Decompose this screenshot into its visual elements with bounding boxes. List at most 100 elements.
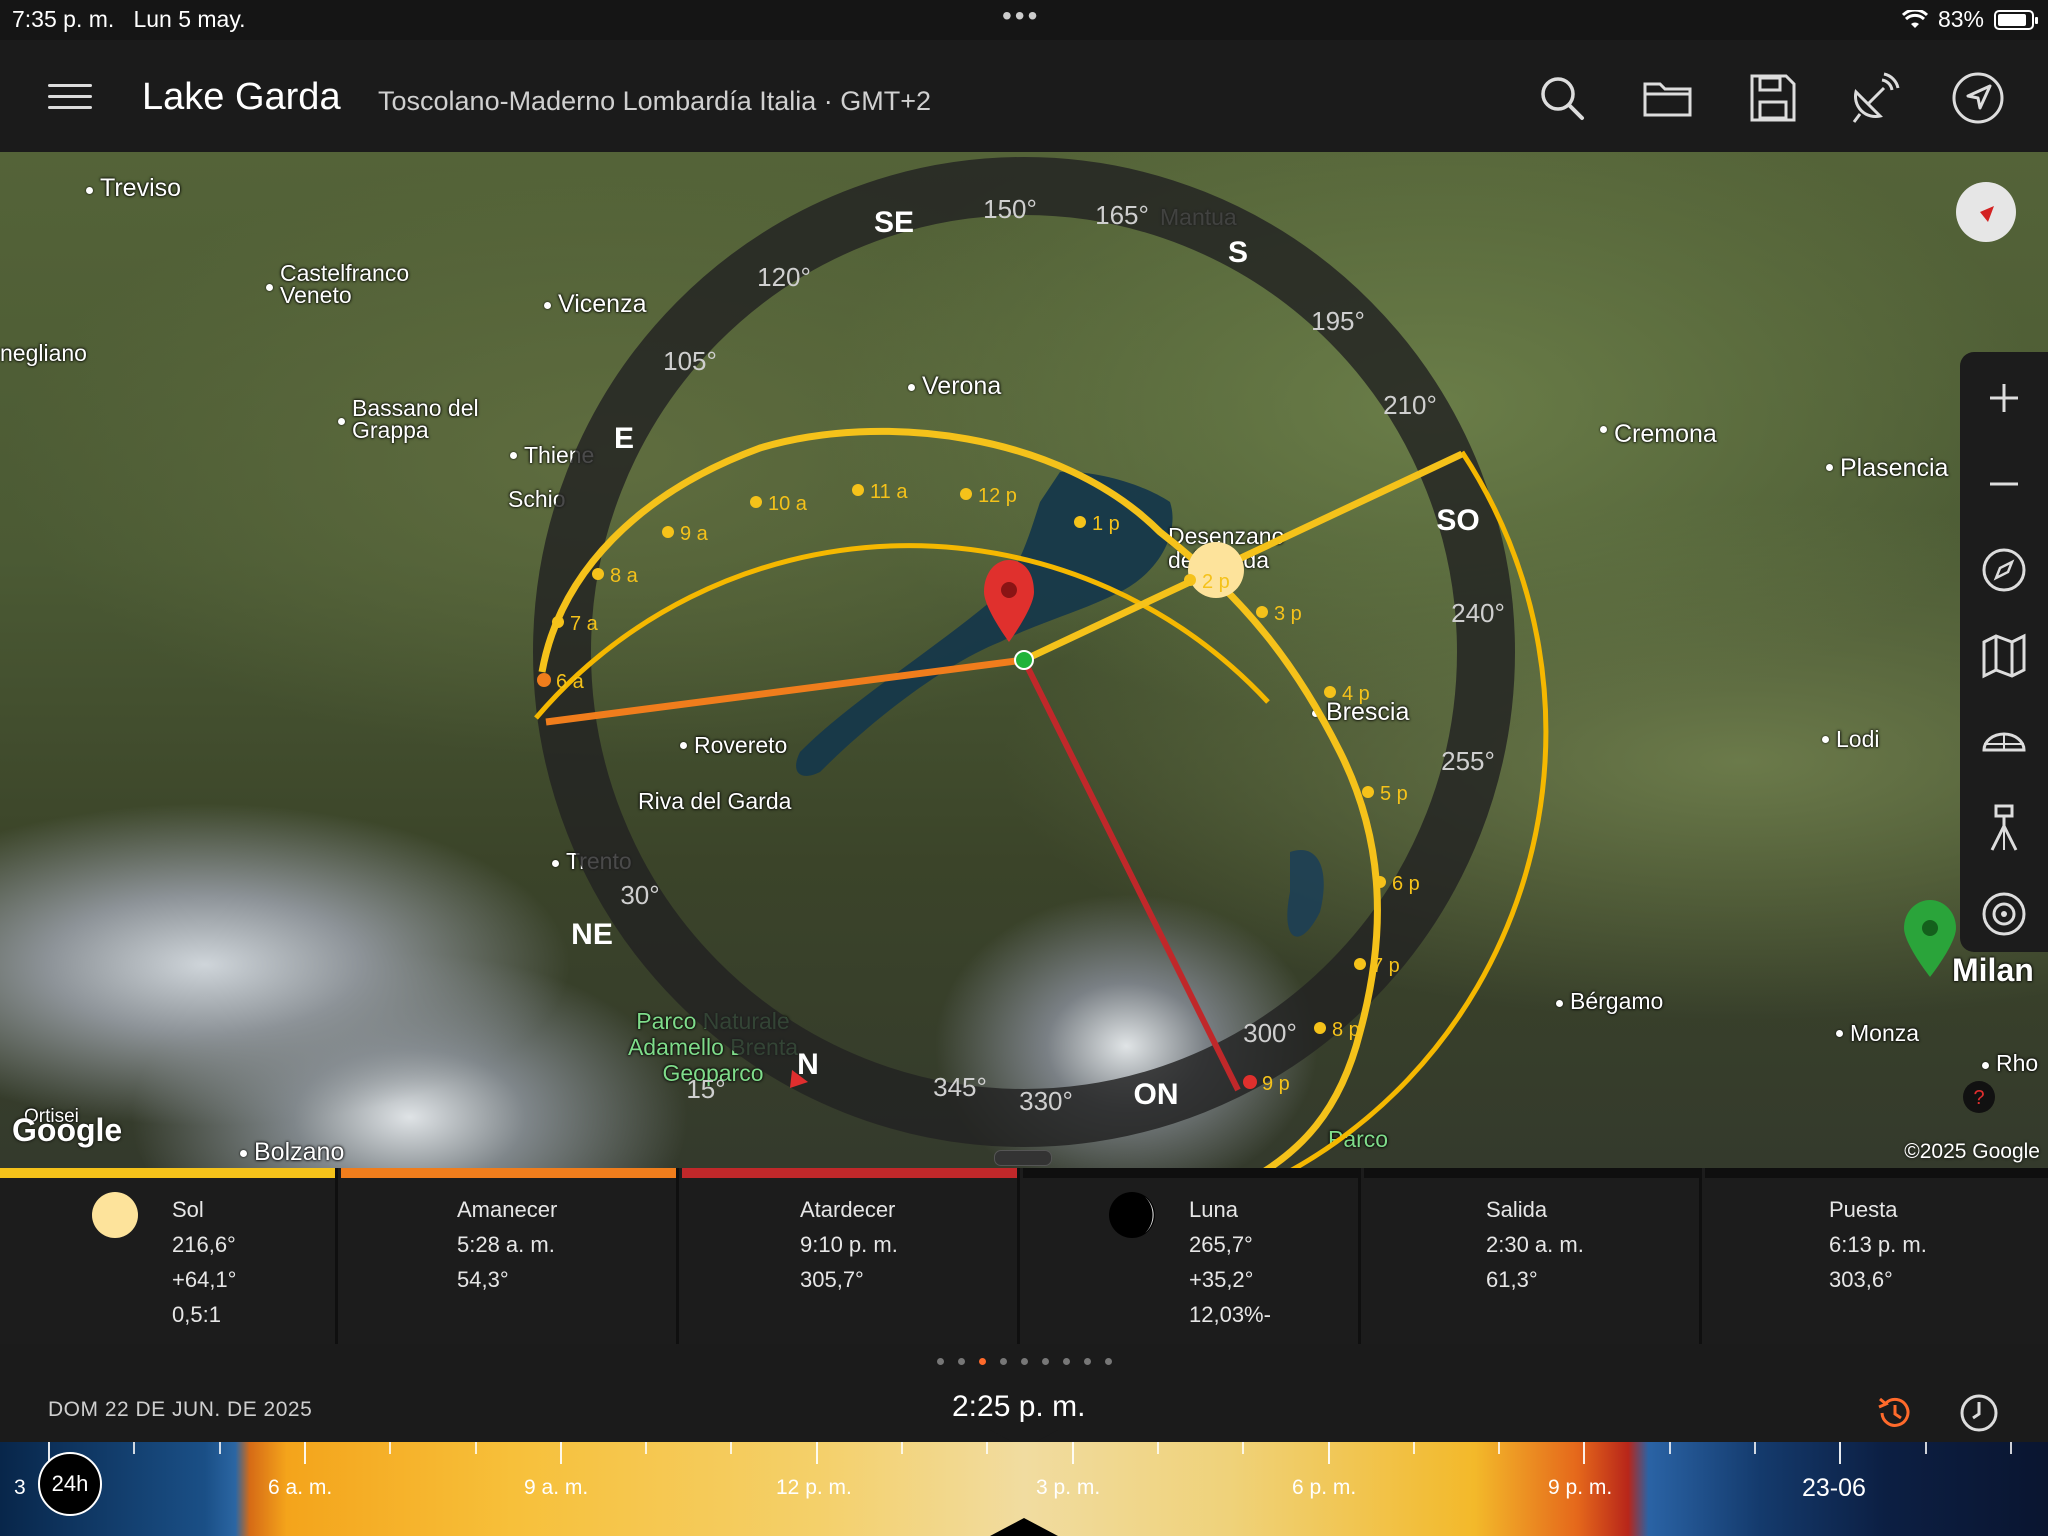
timeline-tick — [730, 1442, 733, 1454]
toggle-24h-button[interactable]: 24h — [38, 1452, 102, 1516]
hour-label: 6 a — [556, 671, 585, 693]
compass-degree-label: 105° — [663, 346, 717, 376]
wifi-icon — [1901, 9, 1928, 28]
multitasking-dots[interactable]: ••• — [1002, 0, 1040, 32]
page-dot[interactable] — [936, 1358, 944, 1365]
page-dot[interactable] — [1104, 1358, 1112, 1365]
hour-dot — [1314, 1022, 1326, 1034]
plus-icon[interactable] — [1978, 372, 2030, 424]
moonrise-label: Salida — [1486, 1197, 1548, 1222]
page-dot[interactable] — [1020, 1358, 1028, 1365]
hour-dot — [1184, 574, 1196, 586]
sun-overlay: 6 a 7 a 8 a 9 a 10 a 11 a 12 p 1 p 2 p 3 p 4 p 5 p 6… — [533, 157, 1956, 1168]
hour-label: 9 a — [680, 523, 709, 545]
page-dot[interactable] — [1083, 1358, 1091, 1365]
compass-direction-label: ON — [1134, 1078, 1179, 1111]
folder-icon[interactable] — [1640, 70, 1696, 126]
sunset-azimuth: 305,7° — [800, 1267, 864, 1292]
battery-percent: 83% — [1937, 6, 1984, 32]
observer-point[interactable] — [1014, 650, 1034, 670]
sunrise-time: 5:28 a. m. — [457, 1232, 555, 1257]
compass-direction-label: NE — [571, 918, 613, 951]
timeline-tick — [1924, 1442, 1927, 1454]
page-dot[interactable] — [1041, 1358, 1049, 1365]
hour-dot — [592, 568, 604, 580]
timeline-label: 12 p. m. — [776, 1476, 852, 1499]
target-icon[interactable] — [1978, 888, 2030, 940]
selected-time[interactable]: 2:25 p. m. — [952, 1390, 1085, 1424]
moon-color-bar — [1023, 1168, 1358, 1178]
history-icon[interactable] — [1874, 1392, 1916, 1434]
sunset-color-bar — [682, 1168, 1017, 1178]
timeline-label: 3 p. m. — [1036, 1476, 1101, 1499]
sun-info-card[interactable]: Sol 216,6° +64,1° 0,5:1 — [0, 1168, 338, 1344]
moon-label: Luna — [1189, 1197, 1238, 1222]
sun-icon — [92, 1192, 138, 1238]
search-icon[interactable] — [1534, 70, 1590, 126]
navigation-arrow-icon[interactable] — [1950, 70, 2006, 126]
drag-handle[interactable] — [994, 1150, 1052, 1166]
ephemeris-info-panel: Sol 216,6° +64,1° 0,5:1 Amanecer 5:28 a.… — [0, 1168, 2048, 1344]
day-timeline[interactable]: 3 6 a. m. 9 a. m. 12 p. m. 3 p. m. 6 p. … — [0, 1442, 2048, 1536]
svg-text:?: ? — [1973, 1087, 1984, 1109]
timeline-tick — [218, 1442, 221, 1454]
timeline-tick — [1668, 1442, 1671, 1454]
hour-label: 11 a — [870, 481, 908, 503]
compass-indicator-icon[interactable] — [1954, 180, 2018, 244]
sunrise-label: Amanecer — [457, 1197, 558, 1222]
sunrise-line — [545, 656, 1025, 726]
compass-degree-label: 30° — [620, 880, 659, 910]
page-dot[interactable] — [999, 1358, 1007, 1365]
timeline-tick — [303, 1442, 306, 1464]
tripod-icon[interactable] — [1978, 802, 2030, 854]
timeline-label: 9 a. m. — [524, 1476, 589, 1499]
sunset-line — [1021, 658, 1241, 1092]
compass-icon[interactable] — [1978, 544, 2030, 596]
satellite-map[interactable]: Treviso Castelfranco Veneto Vicenza negl… — [0, 152, 2048, 1168]
moon-info-card[interactable]: Luna 265,7° +35,2° 12,03%- — [1023, 1168, 1361, 1344]
page-dot[interactable] — [978, 1358, 986, 1365]
globe-icon[interactable] — [1978, 716, 2030, 768]
minus-icon[interactable] — [1978, 458, 2030, 510]
hour-dot — [1374, 876, 1386, 888]
sunrise-info-card[interactable]: Amanecer 5:28 a. m. 54,3° — [341, 1168, 679, 1344]
map-icon[interactable] — [1978, 630, 2030, 682]
satellite-dish-icon[interactable] — [1846, 70, 1902, 126]
page-dot[interactable] — [957, 1358, 965, 1365]
compass-degree-label: 240° — [1451, 598, 1505, 628]
moonset-info-card[interactable]: Puesta 6:13 p. m. 303,6° — [1705, 1168, 2048, 1344]
save-icon[interactable] — [1744, 70, 1800, 126]
moonrise-color-bar — [1364, 1168, 1699, 1178]
moon-illumination: 12,03%- — [1189, 1302, 1271, 1327]
timeline-tick — [1498, 1442, 1501, 1454]
page-indicator[interactable] — [0, 1344, 2048, 1378]
sun-path-outer — [534, 543, 1270, 720]
clock-icon[interactable] — [1958, 1392, 2000, 1434]
location-pin-icon[interactable] — [984, 560, 1034, 642]
help-icon[interactable]: ? — [1962, 1080, 1996, 1114]
timeline-label: 6 p. m. — [1292, 1476, 1357, 1499]
hour-label: 5 p — [1380, 783, 1408, 805]
timeline-tick — [559, 1442, 562, 1464]
sunset-info-card[interactable]: Atardecer 9:10 p. m. 305,7° — [682, 1168, 1020, 1344]
compass-degree-label: 345° — [933, 1072, 987, 1102]
clock-text: 7:35 p. m. — [12, 6, 115, 32]
compass-degree-label: 210° — [1383, 390, 1437, 420]
battery-fill — [1998, 13, 2027, 26]
status-bar: 7:35 p. m. Lun 5 may. ••• 83% — [0, 0, 2048, 40]
page-dot[interactable] — [1062, 1358, 1070, 1365]
status-time: 7:35 p. m. Lun 5 may. — [12, 6, 246, 33]
hour-dot — [1362, 786, 1374, 798]
menu-icon[interactable] — [48, 84, 92, 110]
location-title[interactable]: Lake Garda — [142, 76, 341, 119]
compass-degree-label: 150° — [983, 194, 1037, 224]
sunset-time: 9:10 p. m. — [800, 1232, 898, 1257]
moonrise-info-card[interactable]: Salida 2:30 a. m. 61,3° — [1364, 1168, 1702, 1344]
hour-label: 4 p — [1342, 683, 1370, 705]
timeline-tick — [133, 1442, 136, 1454]
compass-degree-label: 15° — [686, 1074, 725, 1104]
milan-pin-icon[interactable] — [1904, 900, 1956, 977]
sun-elevation: +64,1° — [172, 1267, 237, 1292]
timeline-tick — [2009, 1442, 2012, 1454]
selected-date[interactable]: DOM 22 DE JUN. DE 2025 — [48, 1398, 312, 1422]
